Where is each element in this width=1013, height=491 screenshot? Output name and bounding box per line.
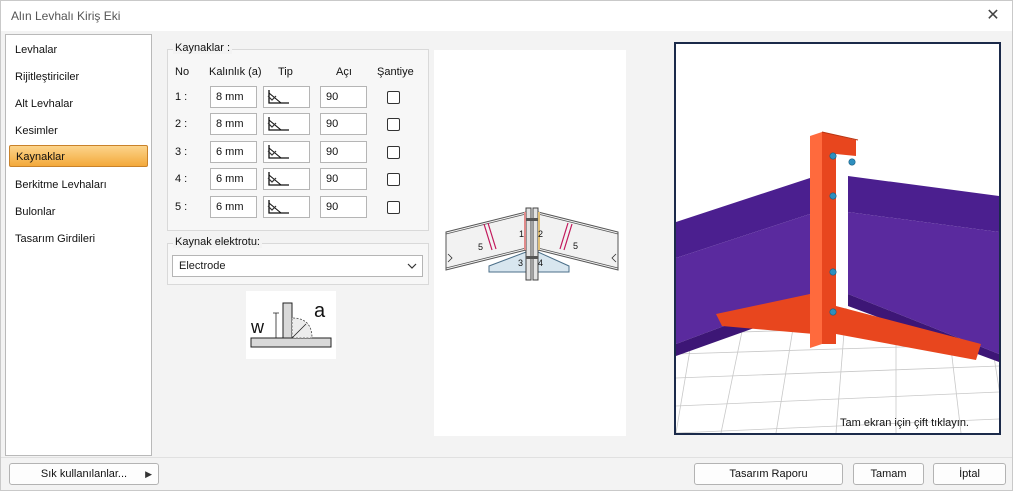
weld-w-label: w bbox=[250, 317, 265, 337]
sidebar-item-alt-levhalar[interactable]: Alt Levhalar bbox=[9, 93, 148, 115]
sidebar-item-kesimler[interactable]: Kesimler bbox=[9, 120, 148, 142]
weld-sketch-image: w a bbox=[246, 291, 336, 359]
weld-angle-input[interactable]: 90 bbox=[320, 196, 367, 218]
site-weld-checkbox[interactable] bbox=[387, 146, 400, 159]
electrode-value: Electrode bbox=[179, 260, 226, 272]
3d-model-render: Tam ekran için çift tıklayın. bbox=[676, 44, 999, 433]
dialog-window: Alın Levhalı Kiriş Eki ✕ Levhalar Rijitl… bbox=[0, 0, 1013, 491]
weld-angle-input[interactable]: 90 bbox=[320, 141, 367, 163]
weld-row-label: 2 : bbox=[175, 118, 188, 130]
site-weld-checkbox[interactable] bbox=[387, 173, 400, 186]
site-weld-checkbox[interactable] bbox=[387, 201, 400, 214]
header-type: Tip bbox=[278, 66, 293, 78]
close-icon[interactable]: ✕ bbox=[982, 5, 1004, 27]
weld-diagram-panel: 1 2 3 4 5 5 bbox=[434, 50, 626, 436]
weld-row-label: 3 : bbox=[175, 146, 188, 158]
header-site: Şantiye bbox=[377, 66, 414, 78]
chevron-down-icon bbox=[267, 177, 277, 183]
sidebar-item-tasarim-girdileri[interactable]: Tasarım Girdileri bbox=[9, 228, 148, 250]
weld-type-select[interactable] bbox=[263, 141, 310, 163]
footer-divider bbox=[1, 457, 1012, 458]
weld-label-2: 2 bbox=[538, 229, 543, 239]
weld-diagram: 1 2 3 4 5 5 bbox=[445, 207, 619, 281]
electrode-label: Kaynak elektrotu: bbox=[173, 236, 262, 248]
sidebar-item-kaynaklar[interactable]: Kaynaklar bbox=[9, 145, 148, 167]
chevron-down-icon bbox=[267, 205, 277, 211]
cancel-button[interactable]: İptal bbox=[933, 463, 1006, 485]
weld-a-label: a bbox=[314, 300, 326, 322]
weld-thickness-input[interactable]: 6 mm bbox=[210, 196, 257, 218]
site-weld-checkbox[interactable] bbox=[387, 91, 400, 104]
electrode-select[interactable]: Electrode bbox=[172, 255, 423, 277]
title-bar: Alın Levhalı Kiriş Eki ✕ bbox=[1, 1, 1012, 31]
weld-label-3: 3 bbox=[518, 258, 523, 268]
weld-thickness-input[interactable]: 8 mm bbox=[210, 86, 257, 108]
sidebar-item-rijitlestiriciler[interactable]: Rijitleştiriciler bbox=[9, 66, 148, 88]
design-report-button[interactable]: Tasarım Raporu bbox=[694, 463, 843, 485]
3d-view[interactable]: Tam ekran için çift tıklayın. bbox=[674, 42, 1001, 435]
chevron-down-icon bbox=[267, 150, 277, 156]
welds-group-label: Kaynaklar : bbox=[173, 42, 233, 54]
weld-label-1: 1 bbox=[519, 229, 524, 239]
weld-angle-input[interactable]: 90 bbox=[320, 113, 367, 135]
weld-row-label: 5 : bbox=[175, 201, 188, 213]
chevron-down-icon bbox=[267, 95, 277, 101]
weld-angle-input[interactable]: 90 bbox=[320, 86, 367, 108]
sidebar: Levhalar Rijitleştiriciler Alt Levhalar … bbox=[5, 34, 152, 456]
weld-thickness-input[interactable]: 6 mm bbox=[210, 141, 257, 163]
weld-thickness-input[interactable]: 6 mm bbox=[210, 168, 257, 190]
3d-view-hint: Tam ekran için çift tıklayın. bbox=[840, 417, 969, 429]
site-weld-checkbox[interactable] bbox=[387, 118, 400, 131]
weld-label-5-right: 5 bbox=[573, 241, 578, 251]
chevron-down-icon bbox=[267, 122, 277, 128]
weld-type-select[interactable] bbox=[263, 113, 310, 135]
favorites-label: Sık kullanılanlar... bbox=[40, 468, 128, 480]
chevron-down-icon bbox=[407, 263, 417, 269]
window-title: Alın Levhalı Kiriş Eki bbox=[11, 9, 121, 23]
header-thickness: Kalınlık (a) bbox=[209, 66, 262, 78]
weld-thickness-input[interactable]: 8 mm bbox=[210, 113, 257, 135]
weld-angle-input[interactable]: 90 bbox=[320, 168, 367, 190]
weld-row-label: 1 : bbox=[175, 91, 188, 103]
triangle-right-icon: ▶ bbox=[145, 469, 152, 479]
header-angle: Açı bbox=[336, 66, 352, 78]
favorites-button[interactable]: Sık kullanılanlar... ▶ bbox=[9, 463, 159, 485]
sidebar-item-levhalar[interactable]: Levhalar bbox=[9, 39, 148, 61]
header-no: No bbox=[175, 66, 190, 78]
weld-row-label: 4 : bbox=[175, 173, 188, 185]
weld-type-select[interactable] bbox=[263, 196, 310, 218]
weld-label-5-left: 5 bbox=[478, 242, 483, 252]
weld-type-select[interactable] bbox=[263, 86, 310, 108]
sidebar-item-berkitme-levhalari[interactable]: Berkitme Levhaları bbox=[9, 174, 148, 196]
ok-button[interactable]: Tamam bbox=[853, 463, 924, 485]
weld-label-4: 4 bbox=[538, 258, 543, 268]
weld-type-select[interactable] bbox=[263, 168, 310, 190]
sidebar-item-bulonlar[interactable]: Bulonlar bbox=[9, 201, 148, 223]
